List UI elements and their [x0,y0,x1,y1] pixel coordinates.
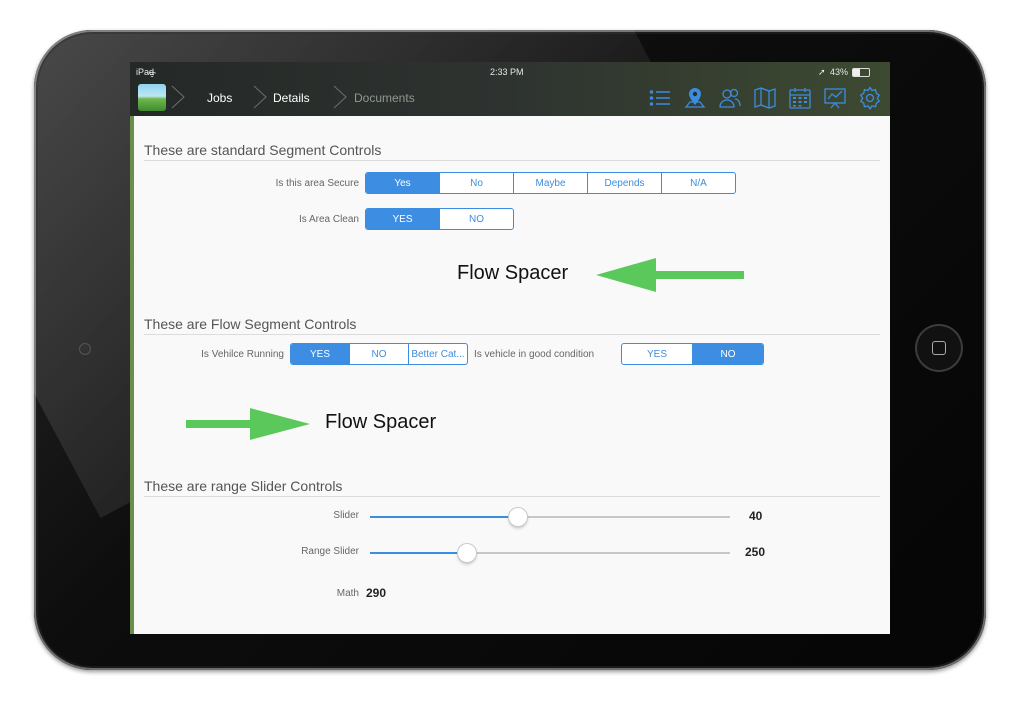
battery-text: 43% [830,67,849,77]
chart-icon[interactable] [823,86,847,110]
clock: 2:33 PM [490,67,524,77]
gear-icon[interactable] [858,86,882,110]
flow-spacer-annotation: Flow Spacer [325,411,437,433]
segment-yes[interactable]: YES [366,209,439,229]
calendar-icon[interactable] [788,86,812,110]
wifi-icon: ᯤ [148,69,157,79]
segment-no[interactable]: No [439,173,513,193]
range-slider-fill [370,552,467,554]
range-slider-track[interactable] [370,552,730,554]
segment-maybe[interactable]: Maybe [513,173,587,193]
section-title-standard: These are standard Segment Controls [144,142,382,158]
app-thumbnail[interactable] [138,84,166,111]
clean-label: Is Area Clean [298,214,359,225]
range-slider-label: Range Slider [301,546,359,557]
segment-no[interactable]: NO [692,344,763,364]
chevron-right-icon [253,85,267,109]
segment-na[interactable]: N/A [661,173,735,193]
breadcrumb-details[interactable]: Details [273,91,310,105]
section-title-sliders: These are range Slider Controls [144,478,343,494]
section-title-flow: These are Flow Segment Controls [144,316,357,332]
slider-fill [370,516,518,518]
map-icon[interactable] [753,86,777,110]
contacts-icon[interactable] [718,86,742,110]
breadcrumb-documents[interactable]: Documents [354,91,415,105]
secure-segmented-control: Yes No Maybe Depends N/A [365,172,736,194]
segment-yes[interactable]: YES [622,344,692,364]
map-pin-icon[interactable] [683,86,707,110]
camera [80,344,90,354]
running-segmented-control: YES NO Better Cat... [290,343,468,365]
math-value: 290 [366,586,387,600]
chevron-right-icon [171,85,185,109]
segment-yes[interactable]: Yes [366,173,439,193]
condition-label: Is vehicle in good condition [474,349,595,360]
condition-segmented-control: YES NO [621,343,764,365]
battery-icon [852,68,870,77]
segment-no[interactable]: NO [349,344,408,364]
screen: iPad ᯤ 2:33 PM ➚ 43% Jobs Details Docume… [130,62,890,634]
range-slider-value: 250 [745,545,766,559]
slider-track[interactable] [370,516,730,518]
flow-spacer-annotation: Flow Spacer [457,262,569,284]
slider-label: Slider [333,510,359,521]
breadcrumb-jobs[interactable]: Jobs [207,91,232,105]
segment-depends[interactable]: Depends [587,173,661,193]
slider-value: 40 [749,509,763,523]
list-icon[interactable] [648,86,672,110]
slider-thumb[interactable] [509,508,527,526]
math-label: Math [336,588,359,599]
nav-bar: iPad ᯤ 2:33 PM ➚ 43% Jobs Details Docume… [130,62,890,116]
form-content: These are standard Segment Controls Is t… [134,116,890,634]
running-label: Is Vehilce Running [201,349,284,360]
arrow-left-icon [596,258,744,292]
segment-better-cat[interactable]: Better Cat... [408,344,467,364]
secure-label: Is this area Secure [275,178,359,189]
home-button[interactable] [917,326,961,370]
clean-segmented-control: YES NO [365,208,514,230]
location-icon: ➚ [818,67,826,77]
segment-yes[interactable]: YES [291,344,349,364]
arrow-right-icon [186,408,310,440]
segment-no[interactable]: NO [439,209,513,229]
chevron-right-icon [333,85,347,109]
range-slider-thumb[interactable] [458,544,476,562]
